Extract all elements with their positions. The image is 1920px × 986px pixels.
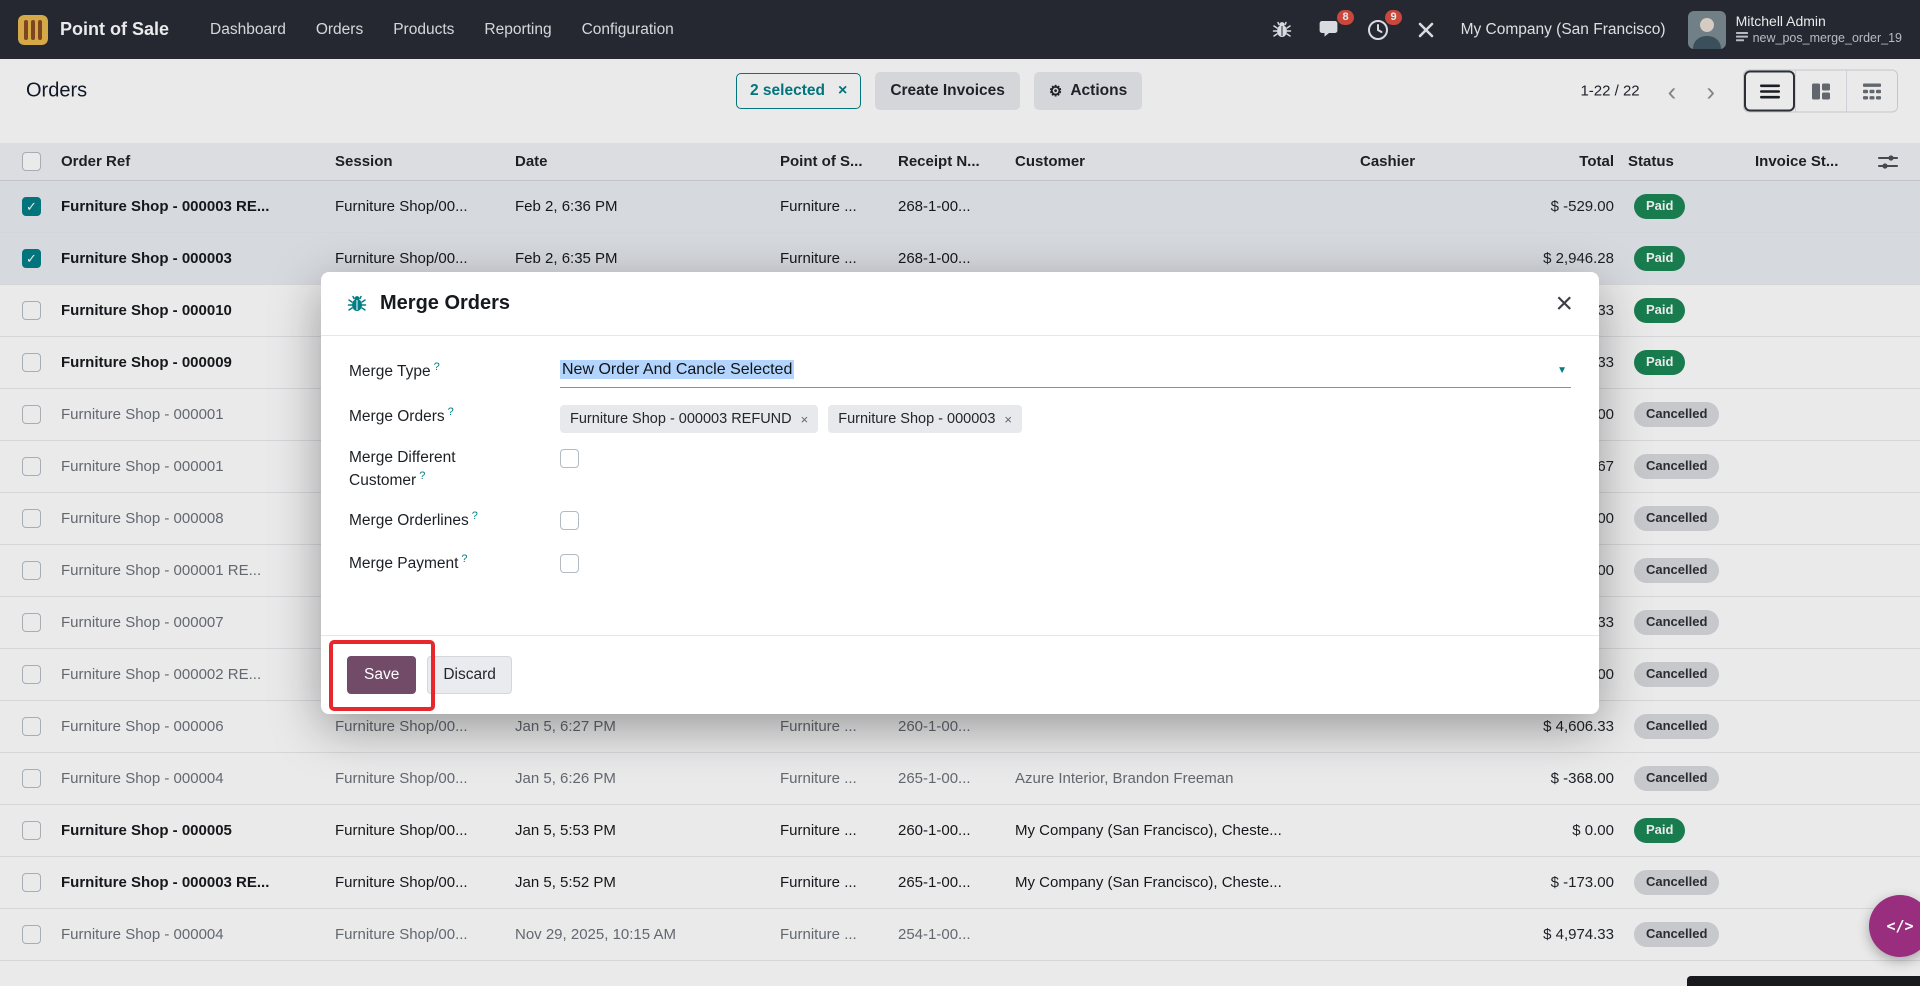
merge-orders-label: Merge Orders? [349, 405, 560, 428]
tag-label: Furniture Shop - 000003 [838, 411, 995, 427]
modal-header: Merge Orders × [321, 272, 1599, 336]
merge-payment-label: Merge Payment? [349, 552, 560, 575]
help-icon[interactable]: ? [472, 510, 478, 522]
discard-button[interactable]: Discard [427, 656, 512, 694]
save-button[interactable]: Save [347, 656, 416, 694]
order-tag: Furniture Shop - 000003 × [828, 405, 1022, 433]
merge-orders-row: Merge Orders? Furniture Shop - 000003 RE… [349, 405, 1571, 433]
tag-label: Furniture Shop - 000003 REFUND [570, 411, 792, 427]
modal-title: Merge Orders [380, 292, 510, 315]
merge-orderlines-label: Merge Orderlines? [349, 509, 560, 532]
merge-type-input[interactable]: New Order And Cancle Selected ▼ [560, 360, 1571, 388]
bug-icon [347, 294, 367, 314]
help-icon[interactable]: ? [419, 470, 425, 482]
merge-type-label: Merge Type? [349, 360, 560, 383]
modal-body: Merge Type? New Order And Cancle Selecte… [321, 336, 1599, 635]
help-icon[interactable]: ? [461, 553, 467, 565]
merge-type-row: Merge Type? New Order And Cancle Selecte… [349, 360, 1571, 388]
tag-remove-icon[interactable]: × [801, 413, 809, 426]
merge-orders-modal: Merge Orders × Merge Type? New Order And… [321, 272, 1599, 714]
merge-different-customer-label: Merge Different Customer? [349, 447, 560, 492]
help-icon[interactable]: ? [434, 361, 440, 373]
tag-remove-icon[interactable]: × [1004, 413, 1012, 426]
modal-footer: Save Discard [321, 635, 1599, 714]
merge-different-customer-checkbox[interactable] [560, 449, 579, 468]
merge-type-value: New Order And Cancle Selected [560, 360, 794, 379]
merge-orderlines-checkbox[interactable] [560, 511, 579, 530]
close-icon[interactable]: × [1555, 289, 1573, 319]
help-icon[interactable]: ? [448, 406, 454, 418]
bottom-dark-strip [1687, 976, 1920, 986]
merge-payment-row: Merge Payment? [349, 552, 1571, 578]
merge-orders-tags: Furniture Shop - 000003 REFUND×Furniture… [560, 405, 1571, 433]
merge-different-customer-row: Merge Different Customer? [349, 447, 1571, 492]
order-tag: Furniture Shop - 000003 REFUND × [560, 405, 818, 433]
merge-orderlines-row: Merge Orderlines? [349, 509, 1571, 535]
dropdown-caret-icon[interactable]: ▼ [1557, 365, 1567, 376]
merge-payment-checkbox[interactable] [560, 554, 579, 573]
